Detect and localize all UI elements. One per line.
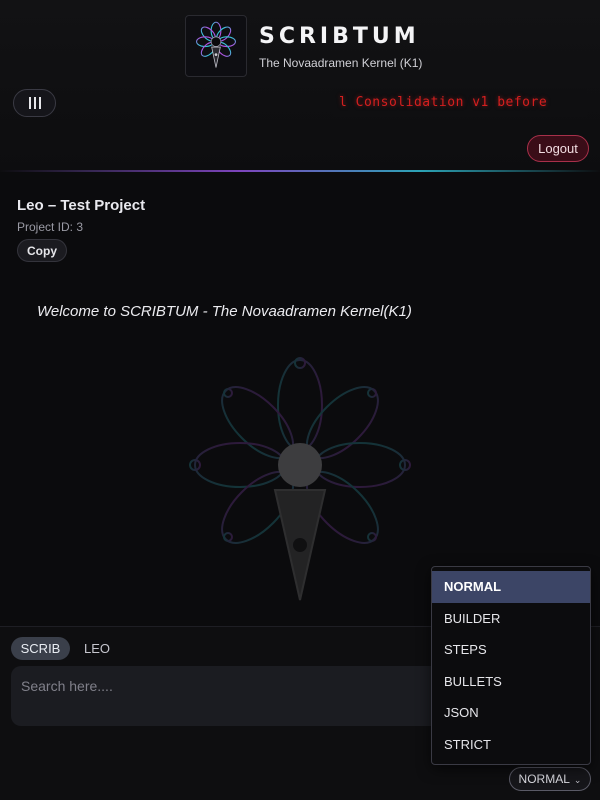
- mode-option-steps[interactable]: STEPS: [432, 634, 590, 666]
- copy-button[interactable]: Copy: [17, 239, 67, 262]
- welcome-message: Welcome to SCRIBTUM - The Novaadramen Ke…: [37, 303, 412, 320]
- tab-leo[interactable]: LEO: [84, 637, 114, 660]
- header-divider: [0, 170, 600, 172]
- search-input[interactable]: [11, 666, 451, 726]
- menu-toggle-button[interactable]: [13, 89, 56, 117]
- mode-select-label: NORMAL: [518, 772, 570, 786]
- mode-option-normal[interactable]: NORMAL: [432, 571, 590, 603]
- mode-option-strict[interactable]: STRICT: [432, 729, 590, 761]
- scribtum-logo: [185, 15, 247, 77]
- chevron-down-icon: ⌄: [573, 775, 582, 785]
- mode-dropdown-menu: NORMAL BUILDER STEPS BULLETS JSON STRICT: [431, 566, 591, 765]
- project-title: Leo – Test Project: [17, 197, 146, 214]
- brand-subtitle: The Novaadramen Kernel (K1): [259, 56, 423, 70]
- logo-watermark: [180, 350, 420, 620]
- mode-option-json[interactable]: JSON: [432, 697, 590, 729]
- flower-pen-logo-icon: [196, 21, 236, 68]
- tab-scrib[interactable]: SCRIB: [11, 637, 70, 660]
- mode-option-bullets[interactable]: BULLETS: [432, 666, 590, 698]
- flower-pen-watermark-icon: [189, 357, 411, 601]
- mode-option-builder[interactable]: BUILDER: [432, 603, 590, 635]
- logout-button[interactable]: Logout: [527, 135, 589, 162]
- brand-title: SCRIBTUM: [259, 24, 420, 49]
- status-ticker: l Consolidation v1 before: [333, 89, 587, 117]
- mode-select-button[interactable]: NORMAL ⌄: [509, 767, 591, 791]
- bars-icon: [28, 97, 41, 109]
- project-id: Project ID: 3: [17, 220, 84, 234]
